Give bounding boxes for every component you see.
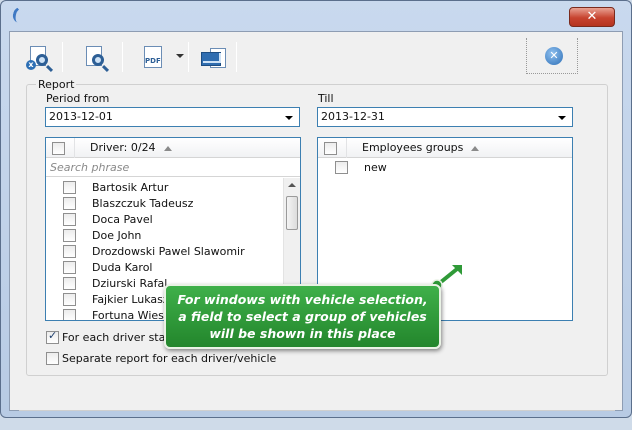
callout-line-1: For windows with vehicle selection, [177,292,428,307]
title-bar[interactable]: ✕ [1,1,631,29]
driver-column-header[interactable]: Driver: 0/24 [90,141,172,154]
select-all-drivers-checkbox[interactable] [52,142,65,155]
toolbar: x PDF ✕ [18,38,618,74]
group-checkbox[interactable] [335,161,348,174]
employees-groups-column-header[interactable]: Employees groups [362,141,480,154]
export-pdf-button[interactable]: PDF [136,42,186,72]
list-item[interactable]: new [318,160,558,176]
driver-checkbox[interactable] [63,181,76,194]
preview-button[interactable] [78,42,112,73]
window-close-button[interactable]: ✕ [569,7,615,27]
clear-search-button[interactable]: x [22,42,56,73]
each-driver-start-checkbox[interactable] [46,329,59,344]
chevron-down-icon [285,116,293,120]
clear-search-icon: x [24,44,54,73]
till-label: Till [318,92,334,105]
list-item[interactable]: Drozdowski Pawel Slawomir [46,244,286,260]
driver-checkbox[interactable] [63,197,76,210]
driver-checkbox[interactable] [63,293,76,306]
driver-checkbox[interactable] [63,277,76,290]
email-button[interactable] [196,42,230,72]
app-icon [11,5,29,25]
preview-search-icon [80,44,110,73]
toolbar-close-area: ✕ [526,38,578,74]
separate-report-label: Separate report for each driver/vehicle [62,352,277,365]
client-area: x PDF ✕ Report Period from 2013-12-01 Ti… [9,31,623,411]
driver-checkbox[interactable] [63,309,76,320]
close-report-button[interactable]: ✕ [545,47,563,65]
list-item[interactable]: Bartosik Artur [46,180,286,196]
driver-checkbox[interactable] [63,229,76,242]
callout-line-2: a field to select a group of vehicles [178,309,427,324]
driver-checkbox[interactable] [63,261,76,274]
report-group-title: Report [36,78,77,91]
driver-checkbox[interactable] [63,213,76,226]
list-item[interactable]: Duda Karol [46,260,286,276]
report-window: ✕ x PDF ✕ Report Period from 2013-12-01 … [0,0,632,418]
status-bar [19,410,615,430]
scroll-thumb[interactable] [286,196,298,230]
info-callout: For windows with vehicle selection, a fi… [164,284,441,349]
chevron-down-icon [558,116,566,120]
sort-ascending-icon [163,145,172,151]
period-from-value: 2013-12-01 [49,110,113,123]
scroll-up-icon[interactable] [288,183,296,187]
list-item[interactable]: Blaszczuk Tadeusz [46,196,286,212]
chevron-down-icon[interactable] [176,54,184,58]
select-all-groups-checkbox[interactable] [324,142,337,155]
separate-report-checkbox[interactable] [46,352,59,365]
pdf-icon: PDF [140,44,166,72]
list-item[interactable]: Doe John [46,228,286,244]
callout-line-3: will be shown in this place [209,326,396,341]
email-icon [198,44,228,72]
sort-ascending-icon [471,145,480,151]
driver-checkbox[interactable] [63,245,76,258]
till-combobox[interactable]: 2013-12-31 [317,107,573,127]
driver-list-header: Driver: 0/24 [46,138,300,158]
driver-search-input[interactable]: Search phrase [46,159,300,177]
period-from-label: Period from [46,92,110,105]
list-item[interactable]: Doca Pavel [46,212,286,228]
employees-groups-header: Employees groups [318,138,572,158]
period-from-combobox[interactable]: 2013-12-01 [45,107,300,127]
till-value: 2013-12-31 [321,110,385,123]
